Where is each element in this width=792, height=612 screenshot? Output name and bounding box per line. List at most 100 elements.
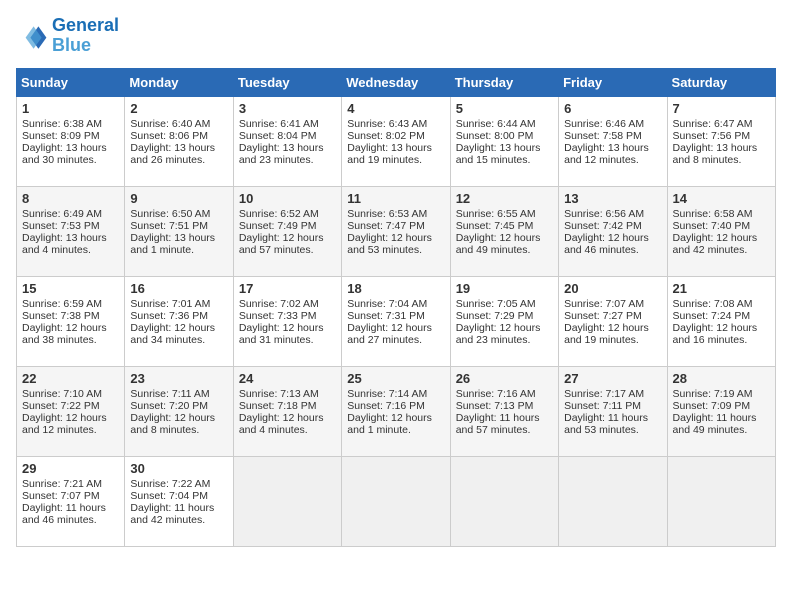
day-info: Sunrise: 6:58 AMSunset: 7:40 PMDaylight:… <box>673 208 758 256</box>
col-header-monday: Monday <box>125 68 233 96</box>
day-info: Sunrise: 6:38 AMSunset: 8:09 PMDaylight:… <box>22 118 107 166</box>
day-number: 29 <box>22 461 119 476</box>
day-cell: 21 Sunrise: 7:08 AMSunset: 7:24 PMDayligh… <box>667 276 775 366</box>
day-cell: 12 Sunrise: 6:55 AMSunset: 7:45 PMDayligh… <box>450 186 558 276</box>
day-cell: 18 Sunrise: 7:04 AMSunset: 7:31 PMDayligh… <box>342 276 450 366</box>
day-info: Sunrise: 7:10 AMSunset: 7:22 PMDaylight:… <box>22 388 107 436</box>
day-info: Sunrise: 6:56 AMSunset: 7:42 PMDaylight:… <box>564 208 649 256</box>
day-number: 23 <box>130 371 227 386</box>
day-info: Sunrise: 7:04 AMSunset: 7:31 PMDaylight:… <box>347 298 432 346</box>
day-cell: 3 Sunrise: 6:41 AMSunset: 8:04 PMDaylight… <box>233 96 341 186</box>
day-number: 13 <box>564 191 661 206</box>
day-cell: 27 Sunrise: 7:17 AMSunset: 7:11 PMDayligh… <box>559 366 667 456</box>
day-info: Sunrise: 7:02 AMSunset: 7:33 PMDaylight:… <box>239 298 324 346</box>
col-header-friday: Friday <box>559 68 667 96</box>
day-cell: 2 Sunrise: 6:40 AMSunset: 8:06 PMDaylight… <box>125 96 233 186</box>
day-info: Sunrise: 7:17 AMSunset: 7:11 PMDaylight:… <box>564 388 648 436</box>
logo-icon <box>16 20 48 52</box>
week-row-4: 22 Sunrise: 7:10 AMSunset: 7:22 PMDayligh… <box>17 366 776 456</box>
day-cell: 15Sunrise: 6:59 AMSunset: 7:38 PMDayligh… <box>17 276 125 366</box>
day-number: 16 <box>130 281 227 296</box>
day-info: Sunrise: 7:13 AMSunset: 7:18 PMDaylight:… <box>239 388 324 436</box>
day-info: Sunrise: 7:05 AMSunset: 7:29 PMDaylight:… <box>456 298 541 346</box>
day-info: Sunrise: 6:55 AMSunset: 7:45 PMDaylight:… <box>456 208 541 256</box>
page-header: General Blue <box>16 16 776 56</box>
day-number: 22 <box>22 371 119 386</box>
day-number: 30 <box>130 461 227 476</box>
day-number: 5 <box>456 101 553 116</box>
day-number: 15 <box>22 281 119 296</box>
day-number: 17 <box>239 281 336 296</box>
day-info: Sunrise: 6:40 AMSunset: 8:06 PMDaylight:… <box>130 118 215 166</box>
day-cell <box>667 456 775 546</box>
day-cell: 5 Sunrise: 6:44 AMSunset: 8:00 PMDaylight… <box>450 96 558 186</box>
day-number: 10 <box>239 191 336 206</box>
day-cell: 13 Sunrise: 6:56 AMSunset: 7:42 PMDayligh… <box>559 186 667 276</box>
day-number: 3 <box>239 101 336 116</box>
day-number: 7 <box>673 101 770 116</box>
day-cell: 20 Sunrise: 7:07 AMSunset: 7:27 PMDayligh… <box>559 276 667 366</box>
week-row-5: 29 Sunrise: 7:21 AMSunset: 7:07 PMDayligh… <box>17 456 776 546</box>
day-number: 14 <box>673 191 770 206</box>
day-number: 8 <box>22 191 119 206</box>
day-number: 4 <box>347 101 444 116</box>
header-row: SundayMondayTuesdayWednesdayThursdayFrid… <box>17 68 776 96</box>
day-info: Sunrise: 6:44 AMSunset: 8:00 PMDaylight:… <box>456 118 541 166</box>
day-info: Sunrise: 6:53 AMSunset: 7:47 PMDaylight:… <box>347 208 432 256</box>
day-info: Sunrise: 6:47 AMSunset: 7:56 PMDaylight:… <box>673 118 758 166</box>
day-number: 24 <box>239 371 336 386</box>
calendar-table: SundayMondayTuesdayWednesdayThursdayFrid… <box>16 68 776 547</box>
day-number: 28 <box>673 371 770 386</box>
day-number: 26 <box>456 371 553 386</box>
day-cell: 9Sunrise: 6:50 AMSunset: 7:51 PMDaylight… <box>125 186 233 276</box>
day-number: 9 <box>130 191 227 206</box>
day-cell: 23 Sunrise: 7:11 AMSunset: 7:20 PMDayligh… <box>125 366 233 456</box>
day-cell: 10Sunrise: 6:52 AMSunset: 7:49 PMDayligh… <box>233 186 341 276</box>
day-cell <box>559 456 667 546</box>
day-cell: 24 Sunrise: 7:13 AMSunset: 7:18 PMDayligh… <box>233 366 341 456</box>
day-cell: 8Sunrise: 6:49 AMSunset: 7:53 PMDaylight… <box>17 186 125 276</box>
day-cell: 6Sunrise: 6:46 AMSunset: 7:58 PMDaylight… <box>559 96 667 186</box>
day-cell: 17 Sunrise: 7:02 AMSunset: 7:33 PMDayligh… <box>233 276 341 366</box>
day-cell: 19 Sunrise: 7:05 AMSunset: 7:29 PMDayligh… <box>450 276 558 366</box>
day-cell <box>233 456 341 546</box>
week-row-1: 1 Sunrise: 6:38 AMSunset: 8:09 PMDaylight… <box>17 96 776 186</box>
day-cell: 16Sunrise: 7:01 AMSunset: 7:36 PMDayligh… <box>125 276 233 366</box>
col-header-sunday: Sunday <box>17 68 125 96</box>
day-info: Sunrise: 7:22 AMSunset: 7:04 PMDaylight:… <box>130 478 214 526</box>
day-info: Sunrise: 7:08 AMSunset: 7:24 PMDaylight:… <box>673 298 758 346</box>
day-number: 21 <box>673 281 770 296</box>
day-number: 12 <box>456 191 553 206</box>
day-number: 2 <box>130 101 227 116</box>
col-header-tuesday: Tuesday <box>233 68 341 96</box>
week-row-2: 8Sunrise: 6:49 AMSunset: 7:53 PMDaylight… <box>17 186 776 276</box>
day-number: 18 <box>347 281 444 296</box>
day-cell: 25 Sunrise: 7:14 AMSunset: 7:16 PMDayligh… <box>342 366 450 456</box>
week-row-3: 15Sunrise: 6:59 AMSunset: 7:38 PMDayligh… <box>17 276 776 366</box>
day-number: 27 <box>564 371 661 386</box>
col-header-thursday: Thursday <box>450 68 558 96</box>
day-cell: 11 Sunrise: 6:53 AMSunset: 7:47 PMDayligh… <box>342 186 450 276</box>
day-number: 1 <box>22 101 119 116</box>
day-info: Sunrise: 6:41 AMSunset: 8:04 PMDaylight:… <box>239 118 324 166</box>
day-cell: 14 Sunrise: 6:58 AMSunset: 7:40 PMDayligh… <box>667 186 775 276</box>
day-info: Sunrise: 7:16 AMSunset: 7:13 PMDaylight:… <box>456 388 540 436</box>
day-info: Sunrise: 7:21 AMSunset: 7:07 PMDaylight:… <box>22 478 106 526</box>
day-info: Sunrise: 7:11 AMSunset: 7:20 PMDaylight:… <box>130 388 215 436</box>
day-info: Sunrise: 6:43 AMSunset: 8:02 PMDaylight:… <box>347 118 432 166</box>
day-cell: 30 Sunrise: 7:22 AMSunset: 7:04 PMDayligh… <box>125 456 233 546</box>
day-cell: 28 Sunrise: 7:19 AMSunset: 7:09 PMDayligh… <box>667 366 775 456</box>
day-info: Sunrise: 7:07 AMSunset: 7:27 PMDaylight:… <box>564 298 649 346</box>
day-number: 25 <box>347 371 444 386</box>
day-cell: 4 Sunrise: 6:43 AMSunset: 8:02 PMDaylight… <box>342 96 450 186</box>
day-cell: 7 Sunrise: 6:47 AMSunset: 7:56 PMDaylight… <box>667 96 775 186</box>
day-info: Sunrise: 7:19 AMSunset: 7:09 PMDaylight:… <box>673 388 757 436</box>
day-cell <box>342 456 450 546</box>
day-number: 11 <box>347 191 444 206</box>
col-header-wednesday: Wednesday <box>342 68 450 96</box>
day-number: 19 <box>456 281 553 296</box>
day-cell: 22 Sunrise: 7:10 AMSunset: 7:22 PMDayligh… <box>17 366 125 456</box>
day-cell <box>450 456 558 546</box>
day-number: 20 <box>564 281 661 296</box>
day-info: Sunrise: 7:14 AMSunset: 7:16 PMDaylight:… <box>347 388 432 436</box>
